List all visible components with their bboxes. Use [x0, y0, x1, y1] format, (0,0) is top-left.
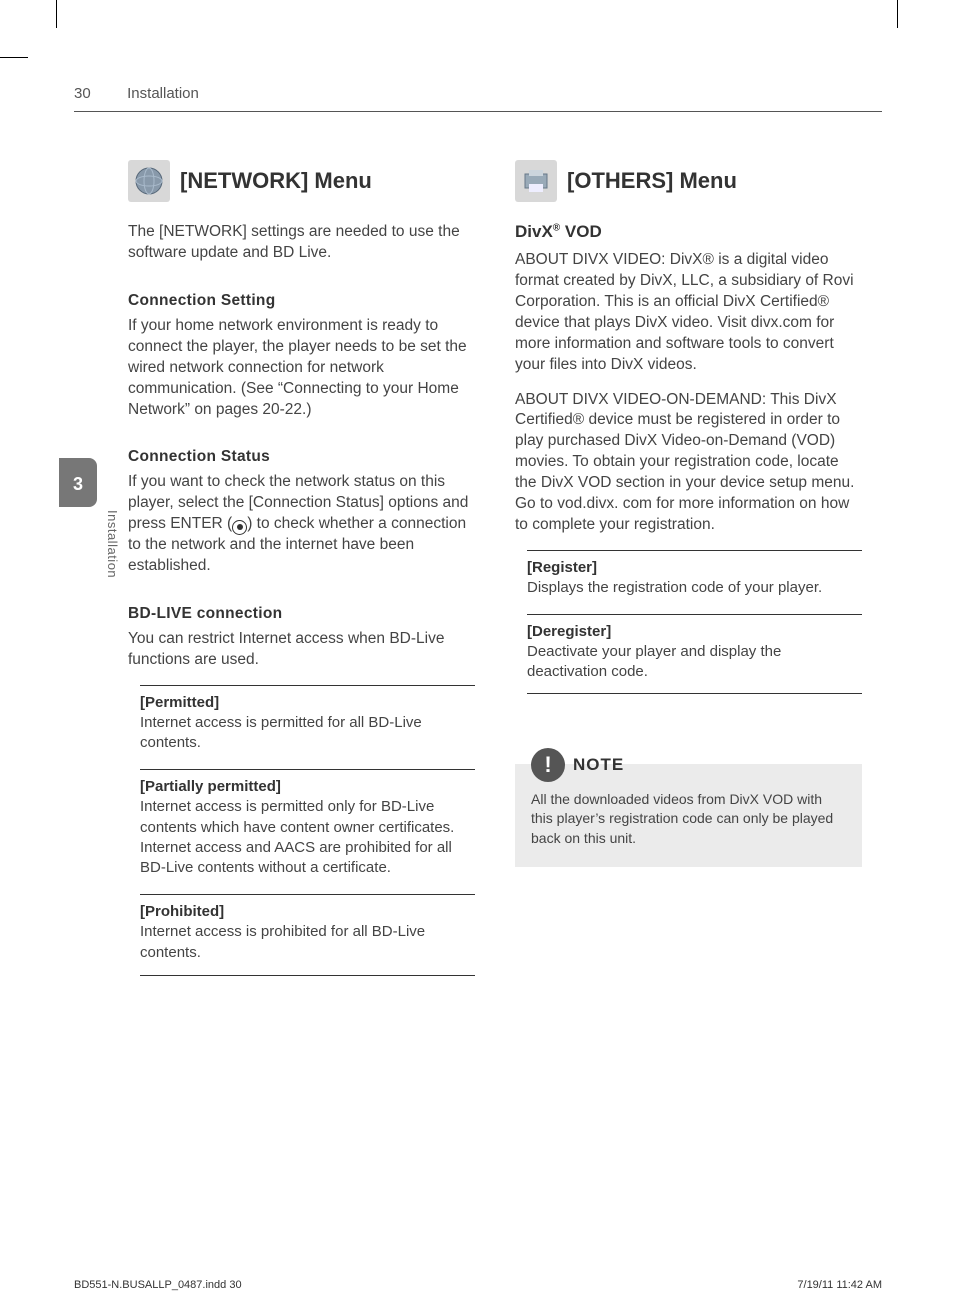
option-title: [Prohibited]	[140, 903, 475, 920]
others-menu-title: [OTHERS] Menu	[567, 168, 737, 194]
content-area: [NETWORK] Menu The [NETWORK] settings ar…	[128, 160, 862, 992]
divx-about-para2: ABOUT DIVX VIDEO-ON-DEMAND: This DivX Ce…	[515, 390, 862, 536]
option-permitted: [Permitted] Internet access is permitted…	[140, 685, 475, 754]
crop-mark	[0, 57, 28, 58]
divx-about-para1: ABOUT DIVX VIDEO: DivX® is a digital vid…	[515, 250, 862, 376]
option-title: [Partially permitted]	[140, 778, 475, 795]
others-menu-heading: [OTHERS] Menu	[515, 160, 862, 202]
printer-icon	[515, 160, 557, 202]
enter-button-icon	[232, 520, 247, 535]
bdlive-heading: BD-LIVE connection	[128, 605, 475, 623]
connection-status-body: If you want to check the network status …	[128, 472, 475, 577]
crop-mark	[897, 0, 898, 28]
note-header: ! NOTE	[531, 748, 846, 782]
page-header: 30 Installation	[74, 85, 882, 112]
crop-mark	[56, 0, 57, 28]
option-prohibited: [Prohibited] Internet access is prohibit…	[140, 894, 475, 976]
divx-vod-heading: DivX® VOD	[515, 222, 862, 242]
divx-suffix: VOD	[560, 222, 602, 241]
page-footer: BD551-N.BUSALLP_0487.indd 30 7/19/11 11:…	[74, 1279, 882, 1291]
option-text: Displays the registration code of your p…	[527, 578, 862, 598]
option-title: [Deregister]	[527, 623, 862, 640]
bdlive-section: BD-LIVE connection You can restrict Inte…	[128, 605, 475, 976]
option-title: [Register]	[527, 559, 862, 576]
option-text: Internet access is prohibited for all BD…	[140, 922, 475, 963]
bdlive-body: You can restrict Internet access when BD…	[128, 629, 475, 671]
network-menu-title: [NETWORK] Menu	[180, 168, 372, 194]
option-text: Deactivate your player and display the d…	[527, 642, 862, 683]
note-box: ! NOTE All the downloaded videos from Di…	[515, 764, 862, 867]
network-intro: The [NETWORK] settings are needed to use…	[128, 222, 475, 264]
page-number: 30	[74, 85, 91, 102]
chapter-label: Installation	[105, 510, 120, 578]
footer-timestamp: 7/19/11 11:42 AM	[797, 1279, 882, 1291]
option-deregister: [Deregister] Deactivate your player and …	[527, 614, 862, 694]
note-text: All the downloaded videos from DivX VOD …	[531, 790, 846, 849]
option-title: [Permitted]	[140, 694, 475, 711]
chapter-number: 3	[59, 474, 97, 495]
connection-status-section: Connection Status If you want to check t…	[128, 448, 475, 577]
connection-setting-heading: Connection Setting	[128, 292, 475, 310]
footer-file: BD551-N.BUSALLP_0487.indd 30	[74, 1279, 242, 1291]
option-text: Internet access is permitted for all BD-…	[140, 713, 475, 754]
chapter-tab: 3	[59, 458, 97, 507]
network-menu-heading: [NETWORK] Menu	[128, 160, 475, 202]
connection-status-heading: Connection Status	[128, 448, 475, 466]
divx-options: [Register] Displays the registration cod…	[515, 550, 862, 694]
option-text: Internet access is permitted only for BD…	[140, 797, 475, 878]
left-column: [NETWORK] Menu The [NETWORK] settings ar…	[128, 160, 475, 992]
globe-icon	[128, 160, 170, 202]
divx-prefix: DivX	[515, 222, 553, 241]
connection-setting-body: If your home network environment is read…	[128, 316, 475, 421]
note-label: NOTE	[573, 755, 624, 775]
connection-setting-section: Connection Setting If your home network …	[128, 292, 475, 421]
page-section: Installation	[127, 85, 199, 102]
exclamation-icon: !	[531, 748, 565, 782]
option-register: [Register] Displays the registration cod…	[527, 550, 862, 598]
option-partially-permitted: [Partially permitted] Internet access is…	[140, 769, 475, 878]
right-column: [OTHERS] Menu DivX® VOD ABOUT DIVX VIDEO…	[515, 160, 862, 992]
